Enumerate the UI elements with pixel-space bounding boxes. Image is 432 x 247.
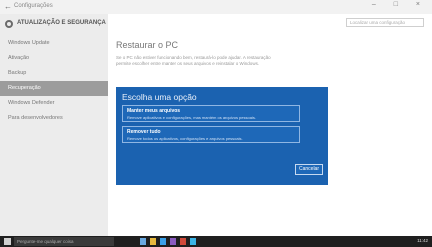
sidebar: ATUALIZAÇÃO E SEGURANÇA Windows Update A… [0,14,108,236]
sidebar-header: ATUALIZAÇÃO E SEGURANÇA [5,20,106,32]
taskbar-app-icon[interactable] [190,238,196,245]
title-bar: ← Configurações – □ × [0,0,432,14]
search-input[interactable]: Localizar uma configuração [346,18,424,27]
window-controls[interactable]: – □ × [372,1,428,8]
taskbar-search-input[interactable]: Pergunte-me qualquer coisa [14,237,114,246]
page-title: Restaurar o PC [116,40,179,50]
taskbar: Pergunte-me qualquer coisa 11:42 [0,236,432,247]
sidebar-item-windows-update[interactable]: Windows Update [0,36,108,51]
taskbar-app-icon[interactable] [150,238,156,245]
system-tray-clock[interactable]: 11:42 [417,238,428,243]
sidebar-item-developers[interactable]: Para desenvolvedores [0,111,108,126]
option-description: Remove aplicativos e configurações, mas … [127,115,256,120]
option-title: Manter meus arquivos [127,108,181,114]
option-title: Remover tudo [127,129,161,135]
back-arrow-icon[interactable]: ← [4,2,12,11]
settings-window: ← Configurações – □ × ATUALIZAÇÃO E SEGU… [0,0,432,247]
keep-files-option[interactable]: Manter meus arquivos Remove aplicativos … [122,105,300,122]
option-description: Remove todos os aplicativos, configuraçõ… [127,136,243,141]
taskbar-app-icon[interactable] [160,238,166,245]
sidebar-title: ATUALIZAÇÃO E SEGURANÇA [17,20,106,26]
remove-everything-option[interactable]: Remover tudo Remove todos os aplicativos… [122,126,300,143]
sidebar-item-recovery[interactable]: Recuperação [0,81,108,96]
sidebar-item-windows-defender[interactable]: Windows Defender [0,96,108,111]
page-description: Se o PC não estiver funcionando bem, res… [116,55,271,66]
taskbar-app-icon[interactable] [140,238,146,245]
window-title: Configurações [14,3,53,9]
choose-option-dialog: Escolha uma opção Manter meus arquivos R… [116,87,328,185]
sidebar-items: Windows Update Ativação Backup Recuperaç… [0,36,108,126]
dialog-title: Escolha uma opção [122,92,197,102]
taskbar-app-icon[interactable] [170,238,176,245]
sidebar-item-backup[interactable]: Backup [0,66,108,81]
gear-icon [5,20,13,28]
cancel-button[interactable]: Cancelar [295,164,323,175]
sidebar-item-activation[interactable]: Ativação [0,51,108,66]
windows-start-icon[interactable] [4,238,11,245]
taskbar-app-icon[interactable] [180,238,186,245]
